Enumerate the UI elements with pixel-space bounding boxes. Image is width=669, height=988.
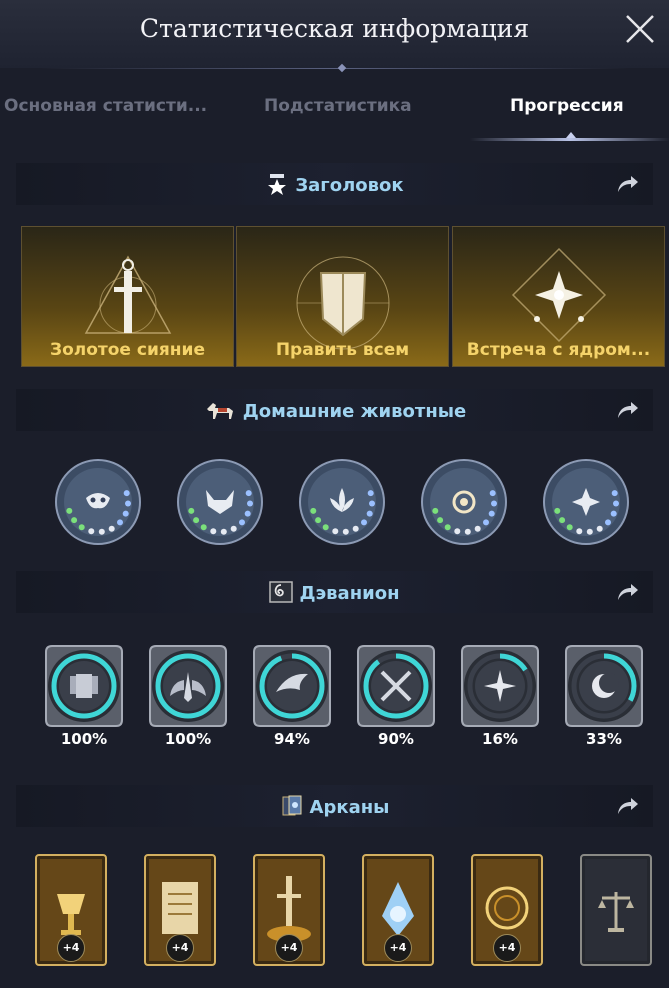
armor-devanion-icon[interactable] [40,642,128,732]
arcana-level-badge: +4 [275,934,303,962]
arcana-level-badge: +4 [384,934,412,962]
active-tab-indicator [470,138,669,141]
crescent-devanion-icon[interactable] [560,642,648,732]
active-tab-marker [566,132,576,138]
vortex-pet-icon[interactable] [420,458,508,546]
section-title-pets: Домашние животные [242,401,467,422]
scales-card[interactable] [580,854,652,966]
title-card-core-encounter[interactable]: Встреча с ядром... [452,226,665,367]
devanion-progress-label: 90% [378,730,414,748]
title-card-label: Править всем [275,340,410,360]
tab-progression[interactable]: Прогрессия [510,96,624,116]
title-card-label: Встреча с ядром... [466,340,651,360]
window-title: Статистическая информация [139,14,530,43]
flower-pet-icon[interactable] [542,458,630,546]
section-title-arcana: Арканы [309,797,390,818]
devanion-icon [269,581,294,603]
radiant-star-devanion-icon[interactable] [456,642,544,732]
header-divider [40,68,629,69]
share-arrow-icon[interactable] [615,581,639,603]
scroll-card[interactable]: +4 [144,854,216,966]
bird-devanion-icon[interactable] [248,642,336,732]
section-header-arcana: Арканы [16,785,653,827]
fox-pet-icon[interactable] [176,458,264,546]
sword-card[interactable]: +4 [253,854,325,966]
section-title-devanion: Дэванион [299,583,400,604]
wings-devanion-icon[interactable] [144,642,232,732]
title-medal-icon [268,174,287,195]
chalice-card[interactable]: +4 [35,854,107,966]
tab-bar: Основная статисти... Подстатистика Прогр… [0,84,669,142]
title-card-golden-radiance[interactable]: Золотое сияние [21,226,234,367]
devanion-progress-label: 16% [482,730,518,748]
section-header-pets: Домашние животные [16,389,653,431]
share-arrow-icon[interactable] [615,399,639,421]
arcana-level-badge: +4 [166,934,194,962]
section-title-titles: Заголовок [295,175,404,196]
share-arrow-icon[interactable] [615,173,639,195]
arcana-level-badge: +4 [493,934,521,962]
close-icon[interactable] [623,12,657,46]
crossed-swords-devanion-icon[interactable] [352,642,440,732]
scales-card-icon [580,854,652,966]
arcana-cards-icon [282,795,302,816]
title-card-rule-all[interactable]: Править всем [236,226,449,367]
window-header: Статистическая информация [0,0,669,68]
section-header-titles: Заголовок [16,163,653,205]
ring-card[interactable]: +4 [471,854,543,966]
share-arrow-icon[interactable] [615,795,639,817]
devanion-progress-label: 33% [586,730,622,748]
lotus-pet-icon[interactable] [298,458,386,546]
mask-pet-icon[interactable] [54,458,142,546]
crystal-card[interactable]: +4 [362,854,434,966]
devanion-progress-label: 100% [164,730,212,748]
tab-substats[interactable]: Подстатистика [264,96,412,116]
title-card-label: Золотое сияние [50,340,205,360]
tab-basic-stats[interactable]: Основная статисти... [4,96,222,116]
devanion-progress-label: 100% [60,730,108,748]
section-header-devanion: Дэванион [16,571,653,613]
devanion-progress-label: 94% [274,730,310,748]
arcana-level-badge: +4 [57,934,85,962]
horse-icon [206,403,233,419]
